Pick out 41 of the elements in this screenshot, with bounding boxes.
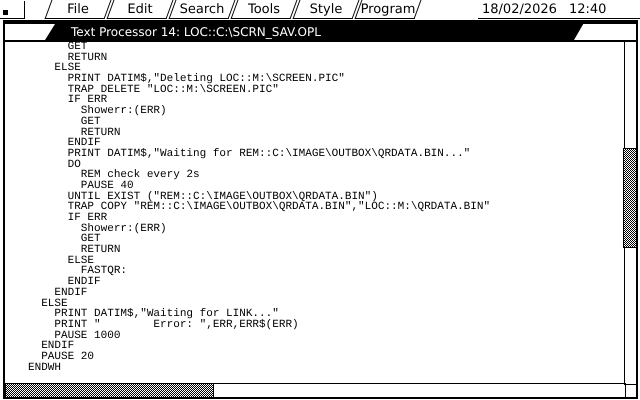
code-line: IF ERR [66, 95, 108, 106]
code-line: ENDIF [40, 341, 76, 352]
code-line: PRINT " Error: ",ERR,ERR$(ERR) [53, 320, 300, 331]
code-line: Showerr:(ERR) [80, 224, 168, 234]
code-line: DO [66, 160, 82, 170]
code-line: ENDIF [68, 277, 101, 288]
code-line: PRINT DATIM$,"Waiting for REM::C:\IMAGE\OUTBOX\QRDATA.BIN..." [66, 148, 472, 160]
code-line: PAUSE 40 [80, 180, 134, 192]
code-line: Showerr:(ERR) [80, 106, 168, 117]
code-line: GET [80, 116, 101, 128]
code-line: PAUSE 20 [41, 352, 96, 363]
menu-corner-icon[interactable] [0, 1, 25, 19]
window-title: Text Processor 14: LOC::C:\SCRN_SAV.OPL [71, 24, 321, 41]
code-line: UNTIL EXIST ("REM::C:\IMAGE\OUTBOX\QRDATA.BIN") [66, 192, 378, 202]
vertical-scrollbar[interactable] [624, 42, 636, 385]
code-line: ELSE [66, 256, 94, 266]
code-line: ENDIF [66, 138, 102, 149]
scroll-thumb[interactable] [623, 148, 637, 248]
date-text: 18/02/2026 [482, 1, 557, 18]
code-line: REM check every 2s [80, 170, 201, 181]
code-line: PAUSE 1000 [54, 330, 122, 342]
code-line: RETURN [68, 52, 108, 64]
title-bar-edge [5, 24, 55, 40]
code-line: GET [80, 234, 101, 246]
code-line: ELSE [53, 63, 81, 74]
code-line: PRINT DATIM$,"Deleting LOC::M:\SCREEN.PIC" [66, 74, 346, 85]
code-line: GET [66, 42, 88, 53]
title-bar-edge [574, 24, 636, 40]
code-line: ENDIF [54, 288, 88, 298]
code-line: TRAP DELETE "LOC::M:\SCREEN.PIC" [66, 84, 280, 96]
code-line: PRINT DATIM$,"Waiting for LINK..." [53, 309, 279, 320]
code-line: FASTQR: [80, 266, 128, 278]
code-line: RETURN [80, 128, 122, 138]
time-text: 12:40 [568, 1, 606, 18]
code-line: ELSE [40, 298, 68, 310]
code-line: IF ERR [66, 213, 108, 224]
horizontal-scrollbar[interactable] [5, 383, 626, 397]
scroll-thumb[interactable] [5, 383, 214, 398]
code-line: TRAP COPY "REM::C:\IMAGE\OUTBOX\QRDATA.BIN","LOC::M:\QRDATA.BIN" [66, 202, 492, 213]
code-line: RETURN [80, 245, 122, 256]
code-line: ENDWH [28, 362, 62, 374]
